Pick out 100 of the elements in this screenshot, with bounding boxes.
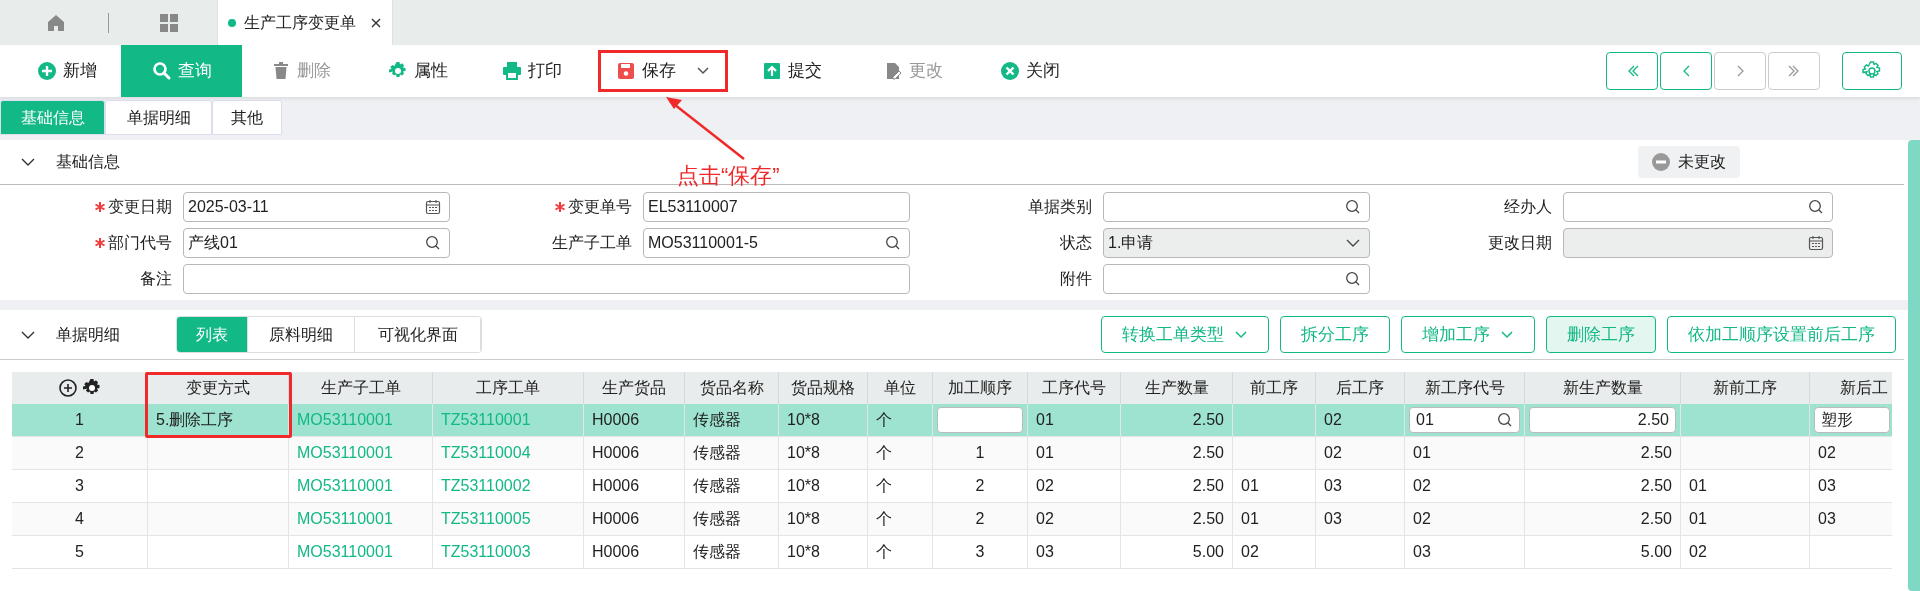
table-cell-text: H0006 [592, 476, 640, 496]
table-cell-text: 2 [975, 476, 985, 496]
table-cell-text: 02 [1324, 443, 1342, 463]
plus-circle-icon [36, 61, 57, 81]
table-cell-text: 2.50 [1192, 443, 1224, 463]
input-field[interactable] [937, 407, 1023, 433]
required-asterisk-icon [554, 201, 566, 213]
table-cell-text: 2.50 [1640, 476, 1672, 496]
table-cell-text: 5.删除工序 [156, 410, 234, 430]
field-label: 变更日期 [108, 197, 172, 217]
table-cell-text: 01 [1241, 509, 1259, 529]
settings-button[interactable] [1842, 52, 1902, 90]
table-cell-text: 1 [975, 443, 985, 463]
section-tab[interactable]: 其他 [212, 100, 282, 135]
minus-circle-icon [1652, 153, 1670, 171]
search-icon [1497, 412, 1513, 428]
search-icon [425, 235, 441, 251]
search-icon [1808, 199, 1824, 215]
field-label: 备注 [140, 269, 172, 289]
input-field[interactable] [1103, 264, 1370, 294]
toolbar-button[interactable]: 属性 [359, 45, 476, 97]
toolbar-button[interactable]: 保存 [593, 45, 733, 97]
table-cell-text: 03 [1818, 476, 1836, 496]
section-tab[interactable]: 单据明细 [105, 100, 212, 135]
table-cell-text: 2 [975, 509, 985, 529]
table-cell-text: 个 [876, 476, 892, 496]
input-field[interactable]: 塑形 [1814, 407, 1890, 433]
required-asterisk-icon [94, 201, 106, 213]
field-label: 经办人 [1504, 197, 1552, 217]
toolbar-button[interactable]: 打印 [476, 45, 587, 97]
input-field[interactable]: 2.50 [1529, 407, 1676, 433]
table-cell-text: H0006 [592, 443, 640, 463]
table-cell-text: 传感器 [693, 443, 741, 463]
table-cell-text: 01 [1036, 443, 1054, 463]
input-field[interactable]: 产线01 [183, 228, 450, 258]
table-cell-text: 5.00 [1640, 542, 1672, 562]
table-cell-text: 02 [1036, 509, 1054, 529]
scrollbar-thumb[interactable] [1908, 140, 1920, 591]
table-cell-text: 03 [1324, 509, 1342, 529]
pager-button[interactable] [1660, 52, 1712, 90]
table-cell-text: 10*8 [787, 476, 820, 496]
table-cell-text: 2.50 [1192, 410, 1224, 430]
document-tab[interactable]: 生产工序变更单 [217, 0, 393, 45]
table-cell-text: H0006 [592, 410, 640, 430]
toolbar-button[interactable]: 提交 [733, 45, 851, 97]
required-asterisk-icon [94, 237, 106, 249]
table-cell-text: H0006 [592, 542, 640, 562]
callout-text: 点击“保存” [677, 162, 780, 190]
table-cell-text: 03 [1036, 542, 1054, 562]
input-field[interactable] [1563, 192, 1833, 222]
upload-icon [762, 61, 782, 81]
search-icon [1345, 271, 1361, 287]
table-cell-text: 2.50 [1640, 509, 1672, 529]
settings-icon [1862, 61, 1882, 81]
input-field[interactable]: EL53110007 [643, 192, 910, 222]
field-label: 部门代号 [108, 233, 172, 253]
input-field[interactable]: MO53110001-5 [643, 228, 910, 258]
table-cell-text: 02 [1036, 476, 1054, 496]
search-icon [885, 235, 901, 251]
row-number: 2 [12, 437, 148, 469]
table-cell-text: 个 [876, 509, 892, 529]
calendar-icon [1808, 235, 1824, 251]
field-label: 变更单号 [568, 197, 632, 217]
table-row[interactable]: 1 5.删除工序 MO53110001 TZ53110001 H0006 传感器 10*8 个 01 2.50 02 01 2.50 塑形 [12, 404, 1892, 437]
table-cell-text: 传感器 [693, 509, 741, 529]
row-number: 4 [12, 503, 148, 535]
table-cell-text: 5.00 [1192, 542, 1224, 562]
table-cell-text: H0006 [592, 509, 640, 529]
table-cell-text: 传感器 [693, 410, 741, 430]
toolbar-button[interactable]: 新增 [12, 45, 121, 97]
table-cell-text: 2.50 [1640, 443, 1672, 463]
search-icon [151, 61, 172, 81]
table-cell-text: 10*8 [787, 509, 820, 529]
table-cell-text: 02 [1241, 542, 1259, 562]
table-cell-text: 01 [1241, 476, 1259, 496]
table-cell-text: 02 [1413, 476, 1431, 496]
input-field[interactable] [1103, 192, 1370, 222]
status-badge: 未更改 [1638, 146, 1740, 178]
table-cell-text: 个 [876, 443, 892, 463]
grid-icon [159, 12, 179, 33]
table-cell-text: 个 [876, 410, 892, 430]
section-title: 单据明细 [56, 324, 121, 345]
table-cell-text: 03 [1324, 476, 1342, 496]
calendar-icon [425, 199, 441, 215]
search-icon [1345, 199, 1361, 215]
table-cell-text: 10*8 [787, 443, 820, 463]
table-cell-text: 3 [975, 542, 985, 562]
input-field[interactable] [183, 264, 910, 294]
field-label: 单据类别 [1028, 197, 1092, 217]
pager-button[interactable] [1606, 52, 1658, 90]
table-cell-text: 10*8 [787, 410, 820, 430]
printer-icon [501, 61, 522, 81]
toolbar-button[interactable]: 关闭 [975, 45, 1085, 97]
search-field[interactable]: 01 [1409, 407, 1520, 433]
field-label: 生产子工单 [552, 233, 632, 253]
table-cell-text: 01 [1413, 443, 1431, 463]
input-field[interactable]: 2025-03-11 [183, 192, 450, 222]
table-cell-text: 03 [1818, 509, 1836, 529]
row-number: 3 [12, 470, 148, 502]
add-row-icon[interactable] [57, 378, 78, 398]
